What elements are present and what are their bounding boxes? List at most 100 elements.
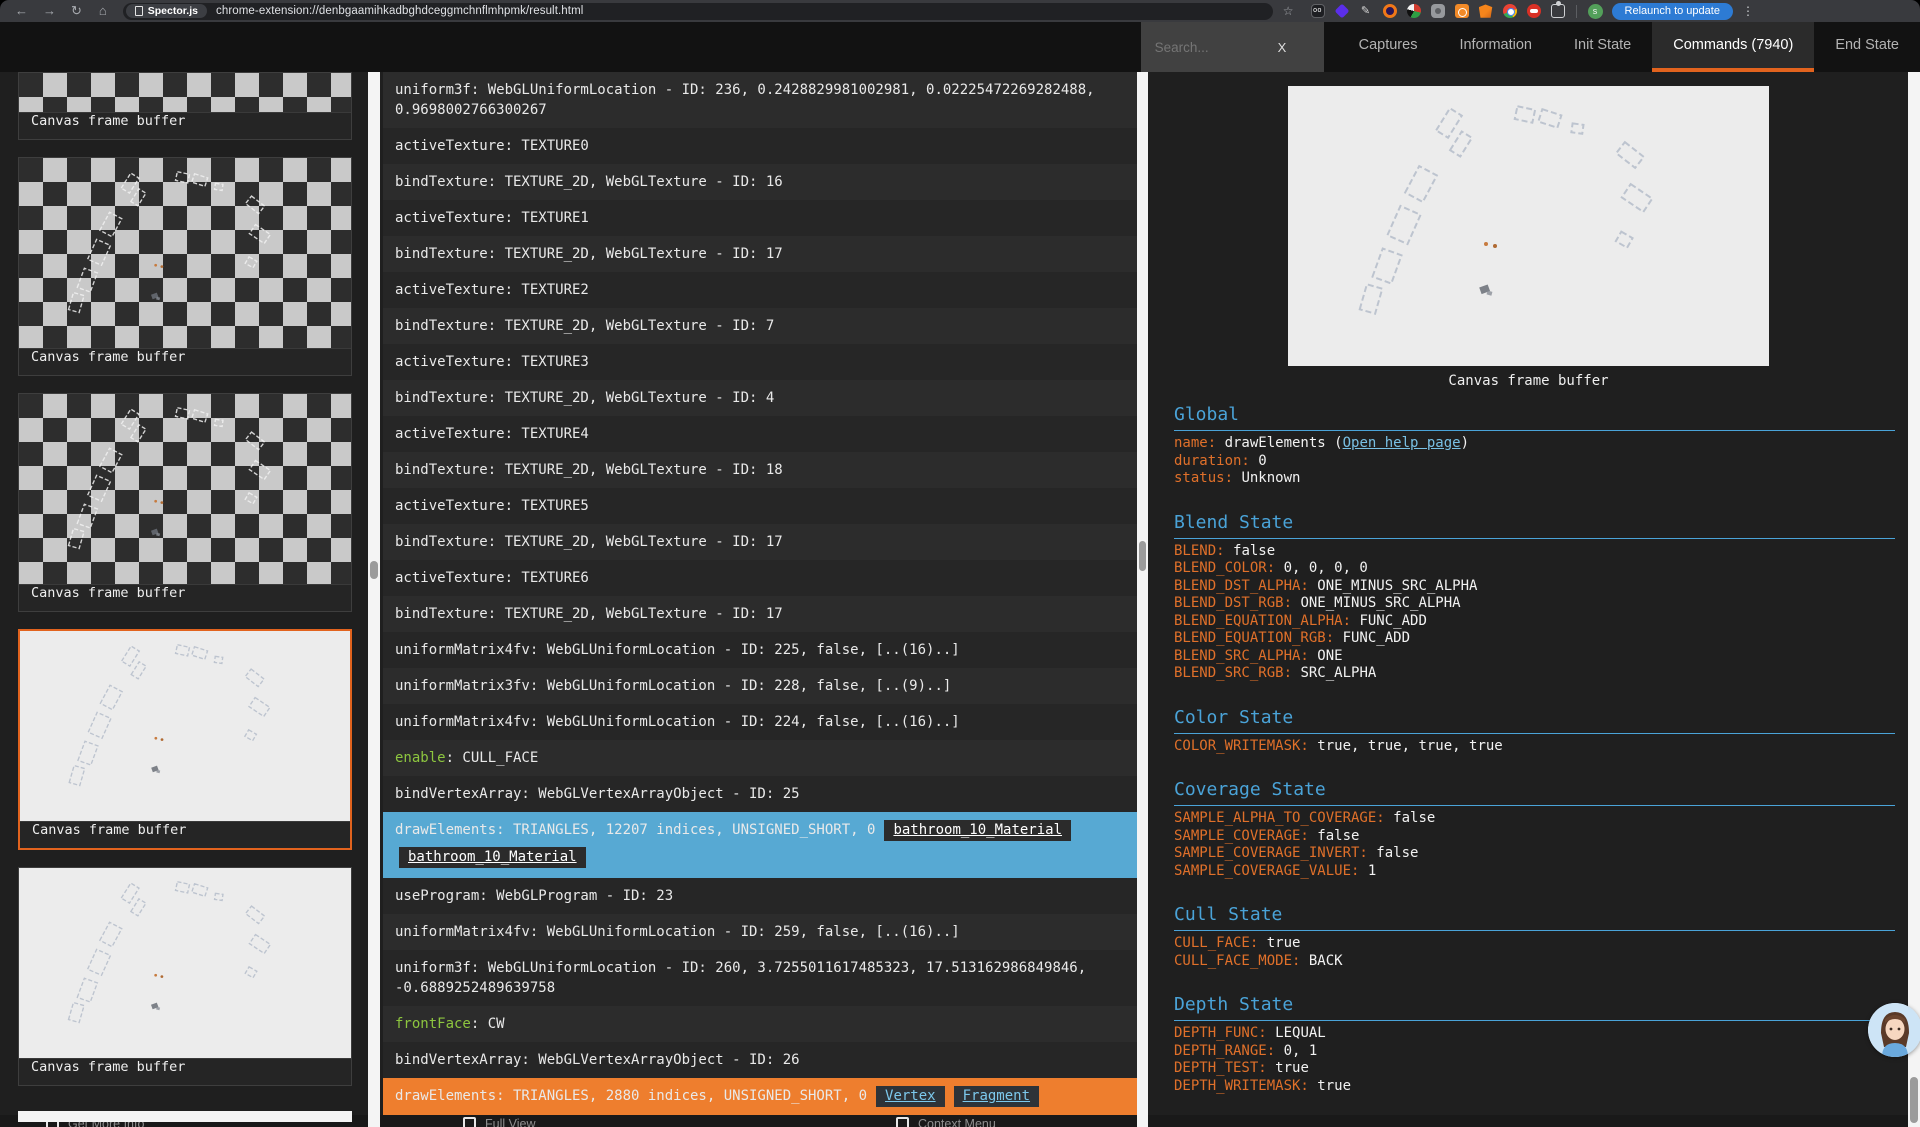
- metamask-fox-extension-icon[interactable]: [1479, 4, 1493, 18]
- section-rule: [1174, 733, 1895, 734]
- state-panel-scrollbar[interactable]: [1908, 72, 1920, 1127]
- command-row[interactable]: enable: CULL_FACE: [383, 740, 1137, 776]
- assistant-avatar-overlay[interactable]: [1868, 1003, 1920, 1057]
- command-row[interactable]: bindTexture: TEXTURE_2D, WebGLTexture - …: [383, 380, 1137, 416]
- sidebar-horizontal-scrollbar[interactable]: [18, 1111, 352, 1122]
- state-key: CULL_FACE:: [1174, 935, 1267, 951]
- tab-information[interactable]: Information: [1438, 22, 1553, 72]
- state-key: SAMPLE_ALPHA_TO_COVERAGE:: [1174, 810, 1393, 826]
- framebuffer-preview: Canvas frame buffer: [1288, 86, 1769, 389]
- command-row[interactable]: uniformMatrix4fv: WebGLUniformLocation -…: [383, 914, 1137, 950]
- command-chip-bathroom_10_material[interactable]: bathroom_10_Material: [399, 847, 586, 868]
- document-icon: [135, 6, 143, 16]
- camera-lens-extension-icon[interactable]: [1383, 4, 1397, 18]
- framebuffer-thumbnail[interactable]: Canvas frame buffer: [18, 867, 352, 1086]
- command-row[interactable]: bindTexture: TEXTURE_2D, WebGLTexture - …: [383, 524, 1137, 560]
- bottom-option-context-menu[interactable]: Context Menu: [896, 1117, 996, 1127]
- state-key: SAMPLE_COVERAGE:: [1174, 828, 1317, 844]
- tab-commands-7940[interactable]: Commands (7940): [1652, 22, 1814, 72]
- extension-name-chip[interactable]: Spector.js: [126, 4, 207, 18]
- command-row[interactable]: activeTexture: TEXTURE4: [383, 416, 1137, 452]
- url-text: chrome-extension://denbgaamihkadbghdcegg…: [216, 5, 583, 17]
- bookmark-star-icon[interactable]: ☆: [1283, 4, 1294, 18]
- state-panel: Canvas frame buffer Globalname: drawElem…: [1160, 72, 1908, 1127]
- state-entry: CULL_FACE_MODE: BACK: [1174, 953, 1894, 971]
- command-row[interactable]: bindTexture: TEXTURE_2D, WebGLTexture - …: [383, 452, 1137, 488]
- forward-icon[interactable]: →: [43, 0, 56, 22]
- command-chip-bathroom_10_material[interactable]: bathroom_10_Material: [884, 820, 1071, 841]
- command-list-scrollbar[interactable]: [1137, 72, 1148, 1127]
- command-chip-fragment[interactable]: Fragment: [954, 1086, 1039, 1107]
- eyedropper-extension-icon[interactable]: ✎: [1359, 4, 1373, 18]
- command-row[interactable]: activeTexture: TEXTURE2: [383, 272, 1137, 308]
- open-help-page-link[interactable]: Open help page: [1343, 435, 1461, 451]
- relaunch-to-update-button[interactable]: Relaunch to update: [1612, 3, 1733, 20]
- screen-reader-extension-icon[interactable]: oo: [1311, 4, 1325, 18]
- state-key: name:: [1174, 435, 1225, 451]
- command-row[interactable]: frontFace: CW: [383, 1006, 1137, 1042]
- command-row[interactable]: uniformMatrix3fv: WebGLUniformLocation -…: [383, 668, 1137, 704]
- checkbox-icon[interactable]: [463, 1117, 476, 1127]
- camera-extension-icon[interactable]: [1431, 4, 1445, 18]
- home-icon[interactable]: ⌂: [99, 0, 107, 22]
- sidebar-scrollbar[interactable]: [368, 72, 380, 1127]
- sidebar-scrollbar-thumb[interactable]: [370, 561, 378, 579]
- command-row[interactable]: bindVertexArray: WebGLVertexArrayObject …: [383, 776, 1137, 812]
- command-row[interactable]: bindTexture: TEXTURE_2D, WebGLTexture - …: [383, 164, 1137, 200]
- command-row[interactable]: bindTexture: TEXTURE_2D, WebGLTexture - …: [383, 596, 1137, 632]
- tab-init-state[interactable]: Init State: [1553, 22, 1652, 72]
- command-row[interactable]: uniform3f: WebGLUniformLocation - ID: 23…: [383, 72, 1137, 128]
- command-row[interactable]: uniformMatrix4fv: WebGLUniformLocation -…: [383, 704, 1137, 740]
- framebuffer-thumbnail-selected[interactable]: Canvas frame buffer: [18, 629, 352, 850]
- thumbnail-image: [19, 394, 351, 584]
- command-row[interactable]: activeTexture: TEXTURE0: [383, 128, 1137, 164]
- command-row[interactable]: activeTexture: TEXTURE3: [383, 344, 1137, 380]
- browser-actions: ☆ oo ✎ s Relaunch to update ⋮: [1283, 3, 1764, 20]
- command-row[interactable]: useProgram: WebGLProgram - ID: 23: [383, 878, 1137, 914]
- framebuffer-thumbnail[interactable]: Canvas frame buffer: [18, 393, 352, 612]
- search-input[interactable]: [1141, 39, 1276, 56]
- command-row[interactable]: activeTexture: TEXTURE1: [383, 200, 1137, 236]
- command-chip-vertex[interactable]: Vertex: [876, 1086, 945, 1107]
- red-shield-extension-icon[interactable]: [1527, 4, 1541, 18]
- bottom-option-full-view[interactable]: Full View: [463, 1117, 535, 1127]
- extensions-puzzle-icon[interactable]: [1551, 4, 1565, 18]
- framebuffer-thumbnail[interactable]: Canvas frame buffer: [18, 157, 352, 376]
- chrome-colors-extension-icon[interactable]: [1503, 4, 1517, 18]
- tab-end-state[interactable]: End State: [1814, 22, 1920, 72]
- browser-menu-icon[interactable]: ⋮: [1742, 4, 1754, 18]
- state-panel-scrollbar-thumb[interactable]: [1910, 1077, 1918, 1123]
- command-list-scrollbar-thumb[interactable]: [1139, 541, 1146, 571]
- command-row[interactable]: bindTexture: TEXTURE_2D, WebGLTexture - …: [383, 236, 1137, 272]
- command-row-drawelements[interactable]: drawElements: TRIANGLES, 12207 indices, …: [383, 812, 1137, 878]
- profile-avatar[interactable]: s: [1588, 4, 1603, 19]
- purple-diamond-extension-icon[interactable]: [1334, 4, 1349, 19]
- command-row[interactable]: bindTexture: TEXTURE_2D, WebGLTexture - …: [383, 308, 1137, 344]
- command-row[interactable]: uniform3f: WebGLUniformLocation - ID: 26…: [383, 950, 1137, 1006]
- command-row[interactable]: activeTexture: TEXTURE6: [383, 560, 1137, 596]
- state-sections: Globalname: drawElements (Open help page…: [1160, 404, 1908, 1127]
- state-entry: COLOR_WRITEMASK: true, true, true, true: [1174, 738, 1894, 756]
- back-icon[interactable]: ←: [15, 0, 28, 22]
- search-clear-button[interactable]: X: [1278, 40, 1287, 55]
- state-entry: CULL_FACE: true: [1174, 935, 1894, 953]
- section-title-color-state: Color State: [1174, 707, 1894, 728]
- command-row[interactable]: bindVertexArray: WebGLVertexArrayObject …: [383, 1042, 1137, 1078]
- section-rule: [1174, 1020, 1895, 1021]
- tab-captures[interactable]: Captures: [1338, 22, 1439, 72]
- section-rule: [1174, 805, 1895, 806]
- bottom-option-label: Context Menu: [918, 1117, 996, 1127]
- state-key: SAMPLE_COVERAGE_VALUE:: [1174, 863, 1368, 879]
- reload-icon[interactable]: ↻: [71, 0, 82, 22]
- command-row[interactable]: uniformMatrix4fv: WebGLUniformLocation -…: [383, 632, 1137, 668]
- main-area: Canvas frame buffer Canvas frame buffer …: [0, 72, 1920, 1127]
- orange-badge-extension-icon[interactable]: [1455, 4, 1469, 18]
- framebuffer-thumbnail[interactable]: Canvas frame buffer: [18, 72, 352, 140]
- state-entry: SAMPLE_ALPHA_TO_COVERAGE: false: [1174, 810, 1894, 828]
- thumbnail-image: [19, 73, 351, 112]
- checkbox-icon[interactable]: [896, 1117, 909, 1127]
- color-wheel-extension-icon[interactable]: [1407, 4, 1421, 18]
- command-row-drawelements[interactable]: drawElements: TRIANGLES, 2880 indices, U…: [383, 1078, 1137, 1115]
- omnibox[interactable]: Spector.js chrome-extension://denbgaamih…: [123, 3, 1273, 20]
- command-row[interactable]: activeTexture: TEXTURE5: [383, 488, 1137, 524]
